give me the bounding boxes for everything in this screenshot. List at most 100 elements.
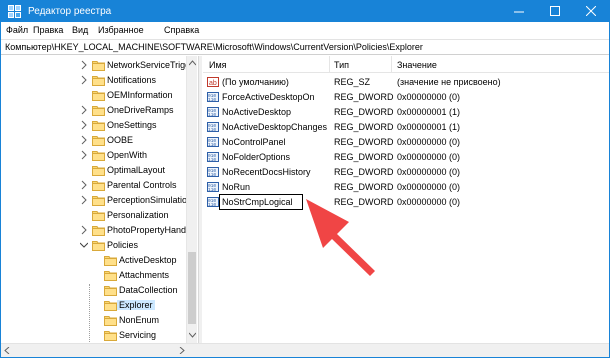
folder-icon [104,256,117,266]
address-path[interactable]: Компьютер\HKEY_LOCAL_MACHINE\SOFTWARE\Mi… [5,42,423,52]
tree-item-label: Parental Controls [107,180,177,190]
tree-item[interactable]: PhotoPropertyHand [1,223,186,238]
list-row[interactable]: 010 110 NoRun REG_DWORD 0x00000000 (0) [203,180,609,195]
list-row[interactable]: 010 110 NoRecentDocsHistory REG_DWORD 0x0000… [203,165,609,180]
tree-item[interactable]: DataCollection [1,283,186,298]
rename-input[interactable] [220,195,302,209]
tree-item[interactable]: ActiveDesktop [1,253,186,268]
tree-item[interactable]: OneSettings [1,118,186,133]
column-header-name[interactable]: Имя [209,60,227,70]
value-type: REG_DWORD [334,182,394,192]
tree-item[interactable]: NetworkServiceTrigg [1,58,186,73]
minimize-button[interactable] [501,1,537,22]
svg-text:110: 110 [208,157,216,162]
title-bar[interactable]: Редактор реестра [1,1,609,22]
tree-item-label: Notifications [107,75,157,85]
tree-item-label: Attachments [119,270,170,280]
registry-tree[interactable]: NetworkServiceTrigg Notifications OEMInfor… [1,56,186,343]
scroll-right-icon[interactable] [179,347,185,354]
scroll-down-icon[interactable] [189,332,196,338]
tree-vertical-scrollbar[interactable] [186,56,197,343]
tree-item[interactable]: Servicing [1,328,186,343]
list-row[interactable]: 010 110 NoActiveDesktop REG_DWORD 0x00000001… [203,105,609,120]
svg-text:110: 110 [208,187,216,192]
list-row[interactable]: 010 110 NoActiveDesktopChanges REG_DWORD 0x0… [203,120,609,135]
list-row[interactable]: ab (По умолчанию) REG_SZ (значение не присв… [203,75,609,90]
tree-item[interactable]: OOBE [1,133,186,148]
svg-text:ab: ab [209,80,217,87]
list-row[interactable]: 010110 REG_DWORD0x00000000 (0) [203,194,609,210]
dword-value-icon: 010110 [207,182,219,192]
column-divider[interactable] [391,56,392,73]
tree-item[interactable]: Explorer [1,298,186,313]
maximize-button[interactable] [537,1,573,22]
value-data: 0x00000000 (0) [397,197,461,207]
value-type: REG_DWORD [334,197,394,207]
chevron-right-icon[interactable] [80,135,88,145]
dword-value-icon: 010110 [207,167,219,177]
chevron-right-icon[interactable] [80,225,88,235]
folder-icon [92,106,105,116]
tree-item[interactable]: NonEnum [1,313,186,328]
tree-item-label: NetworkServiceTrigg [107,60,186,70]
tree-item[interactable]: Notifications [1,73,186,88]
menu-view[interactable]: Вид [72,25,88,35]
svg-text:110: 110 [208,172,216,177]
tree-item[interactable]: OneDriveRamps [1,103,186,118]
tree-item[interactable]: PerceptionSimulatio [1,193,186,208]
dword-value-icon: 010110 [207,122,219,132]
scroll-up-icon[interactable] [189,60,196,66]
svg-text:110: 110 [208,202,216,207]
value-type: REG_DWORD [334,92,394,102]
value-data: 0x00000000 (0) [397,152,461,162]
tree-item-label: Servicing [119,330,157,340]
tree-item[interactable]: OptimalLayout [1,163,186,178]
menu-help[interactable]: Справка [164,25,199,35]
menu-favorites[interactable]: Избранное [98,25,144,35]
value-name: (По умолчанию) [222,77,289,87]
list-row[interactable]: 010 110 NoControlPanel REG_DWORD 0x00000000 … [203,135,609,150]
pane-splitter[interactable] [198,56,202,343]
tree-item[interactable]: Attachments [1,268,186,283]
list-row[interactable]: 010 110 NoFolderOptions REG_DWORD 0x00000000… [203,150,609,165]
scroll-left-icon[interactable] [4,347,10,354]
rename-box[interactable] [219,194,303,210]
registry-editor-icon [8,5,21,18]
close-button[interactable] [573,1,609,22]
chevron-right-icon[interactable] [80,60,88,70]
tree-item[interactable]: Policies [1,238,186,253]
address-bar[interactable]: Компьютер\HKEY_LOCAL_MACHINE\SOFTWARE\Mi… [1,39,609,55]
dword-value-icon: 010110 [207,107,219,117]
chevron-right-icon[interactable] [80,120,88,130]
horizontal-scrollbar[interactable] [1,343,609,357]
tree-item[interactable]: OpenWith [1,148,186,163]
string-value-icon: ab [207,77,219,87]
tree-item-label: ActiveDesktop [119,255,177,265]
column-header-value[interactable]: Значение [397,60,437,70]
menu-edit[interactable]: Правка [33,25,63,35]
menu-file[interactable]: Файл [6,25,28,35]
dword-value-icon: 010110 [207,92,219,102]
chevron-right-icon[interactable] [80,150,88,160]
tree-guide-line [89,284,90,342]
column-divider[interactable] [329,56,330,73]
chevron-right-icon[interactable] [80,195,88,205]
chevron-right-icon[interactable] [80,105,88,115]
chevron-right-icon[interactable] [80,75,88,85]
values-list[interactable]: Имя Тип Значение ab (По умолчанию) REG_SZ (… [203,56,609,343]
menu-edit-label: Правка [33,25,64,35]
chevron-right-icon[interactable] [80,180,88,190]
folder-icon [104,286,117,296]
value-data: 0x00000001 (1) [397,122,461,132]
tree-scroll-thumb[interactable] [188,252,196,324]
tree-item-label: DataCollection [119,285,178,295]
tree-item[interactable]: Personalization [1,208,186,223]
column-header-type[interactable]: Тип [334,60,349,70]
list-row[interactable]: 010 110 ForceActiveDesktopOn REG_DWORD 0x000… [203,90,609,105]
value-name: NoActiveDesktop [222,107,292,117]
tree-item[interactable]: OEMInformation [1,88,186,103]
tree-item-label: OEMInformation [107,90,173,100]
tree-item[interactable]: Parental Controls [1,178,186,193]
value-type: REG_DWORD [334,167,394,177]
chevron-down-icon[interactable] [80,240,88,250]
